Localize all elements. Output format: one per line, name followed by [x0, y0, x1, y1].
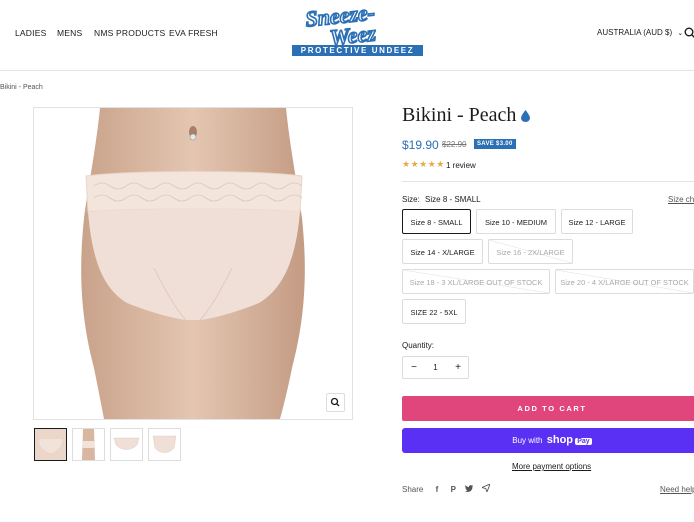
size-option-16[interactable]: Size 16 - 2X/LARGE: [488, 239, 573, 264]
zoom-icon[interactable]: [326, 393, 345, 412]
nav-nms-products[interactable]: NMS PRODUCTS: [94, 28, 165, 38]
review-count[interactable]: 1 review: [446, 161, 476, 170]
minus-icon[interactable]: −: [403, 357, 425, 378]
chevron-down-icon: ⌄: [677, 30, 684, 37]
shop-pay-logo: shop: [546, 434, 574, 446]
product-price: $19.90: [402, 138, 439, 152]
product-main-image[interactable]: [33, 107, 353, 420]
size-option-8[interactable]: Size 8 - SMALL: [402, 209, 471, 234]
size-chart-link[interactable]: Size cha: [668, 195, 694, 204]
pinterest-icon[interactable]: P: [446, 485, 460, 494]
need-help-link[interactable]: Need help: [660, 485, 694, 494]
size-selected-value: Size 8 - SMALL: [425, 195, 481, 204]
more-payment-options-link[interactable]: More payment options: [512, 462, 591, 471]
header-divider: [0, 70, 694, 71]
nav-eva-fresh[interactable]: EVA FRESH: [169, 28, 218, 38]
size-option-20[interactable]: Size 20 - 4 X/LARGE OUT OF STOCK: [555, 269, 694, 294]
size-option-12[interactable]: Size 12 - LARGE: [561, 209, 633, 234]
water-drop-icon: [521, 105, 531, 128]
logo-line2: Weez: [328, 20, 377, 46]
thumbnail-2[interactable]: [72, 428, 105, 461]
thumbnail-4[interactable]: [148, 428, 181, 461]
info-divider: [402, 181, 694, 182]
share-label: Share: [402, 485, 424, 494]
nav-mens[interactable]: MENS: [57, 28, 82, 38]
save-badge: SAVE $3.00: [474, 139, 516, 149]
facebook-icon[interactable]: f: [430, 485, 444, 494]
breadcrumb[interactable]: Bikini - Peach: [0, 84, 43, 91]
logo-tagline: PROTECTIVE UNDEEZ: [292, 45, 423, 56]
product-title-text: Bikini - Peach: [402, 104, 517, 126]
size-option-14[interactable]: Size 14 - X/LARGE: [402, 239, 483, 264]
size-option-10[interactable]: Size 10 - MEDIUM: [476, 209, 556, 234]
logo[interactable]: Sneeze- Weez: [300, 0, 420, 51]
quantity-input[interactable]: 1: [425, 357, 446, 378]
thumbnail-3[interactable]: [110, 428, 143, 461]
add-to-cart-button[interactable]: ADD TO CART: [402, 396, 694, 421]
currency-selector[interactable]: AUSTRALIA (AUD $) ⌄: [597, 28, 683, 37]
shop-pay-badge: Pay: [575, 438, 592, 445]
size-label: Size: Size 8 - SMALL: [402, 195, 481, 204]
size-option-18[interactable]: Size 18 - 3 XL/LARGE OUT OF STOCK: [402, 269, 550, 294]
shop-pay-prefix: Buy with: [512, 436, 543, 445]
currency-label: AUSTRALIA (AUD $): [597, 28, 673, 37]
share-icons: f P: [430, 483, 493, 494]
shop-pay-button[interactable]: Buy with shop Pay: [402, 428, 694, 453]
size-label-text: Size:: [402, 195, 420, 204]
rating-stars[interactable]: ★★★★★: [402, 159, 445, 170]
plus-icon[interactable]: +: [447, 357, 469, 378]
email-icon[interactable]: [479, 483, 493, 494]
twitter-icon[interactable]: [462, 485, 476, 494]
quantity-label: Quantity:: [402, 341, 435, 350]
product-title: Bikini - Peach: [402, 104, 531, 128]
search-icon[interactable]: [684, 26, 694, 44]
thumbnail-1[interactable]: [34, 428, 67, 461]
size-option-22[interactable]: SIZE 22 - 5XL: [402, 299, 466, 324]
compare-price: $22.90: [442, 140, 467, 149]
quantity-stepper: − 1 +: [402, 356, 469, 379]
nav-ladies[interactable]: LADIES: [15, 28, 46, 38]
